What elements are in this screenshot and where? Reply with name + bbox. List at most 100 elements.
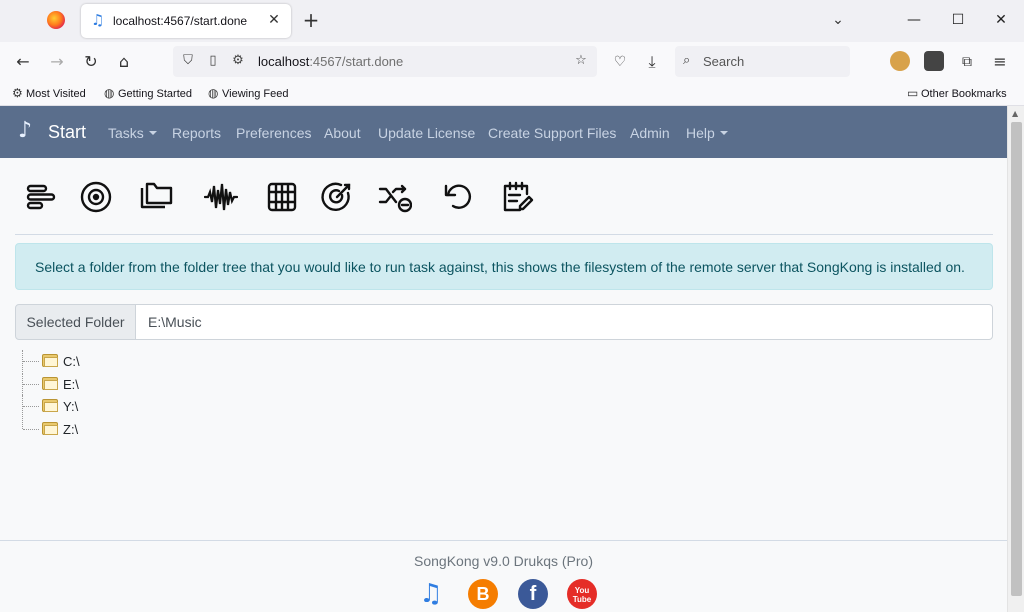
music-note-icon: ♫ xyxy=(91,11,105,29)
songkong-logo-icon[interactable]: ♪ xyxy=(18,119,42,143)
folder-tree: C:\ E:\ Y:\ Z:\ xyxy=(22,350,322,440)
url-path: :4567/start.done xyxy=(309,54,404,69)
bookmark-most-visited[interactable]: ⚙ Most Visited xyxy=(12,86,86,100)
undo-icon[interactable] xyxy=(442,180,476,214)
bullseye-icon[interactable] xyxy=(320,180,354,214)
tree-node[interactable]: E:\ xyxy=(22,372,322,396)
folders-icon[interactable] xyxy=(139,180,173,214)
footer-version: SongKong v9.0 Drukqs (Pro) xyxy=(414,553,593,569)
search-icon: ⌕ xyxy=(683,53,691,68)
menu-reports[interactable]: Reports xyxy=(172,125,221,141)
folder-icon xyxy=(42,421,58,435)
info-alert: Select a folder from the folder tree tha… xyxy=(15,243,993,290)
window-close-icon[interactable]: ✕ xyxy=(991,10,1011,30)
forward-icon[interactable]: → xyxy=(46,51,68,73)
caret-down-icon xyxy=(148,131,157,135)
menu-label: Help xyxy=(686,125,715,141)
menu-admin[interactable]: Admin xyxy=(630,125,670,141)
download-icon[interactable]: ⤓ xyxy=(641,51,663,73)
back-icon[interactable]: ← xyxy=(12,51,34,73)
bookmark-label: Most Visited xyxy=(26,88,86,100)
close-tab-icon[interactable]: ✕ xyxy=(265,11,283,29)
menu-icon[interactable]: ≡ xyxy=(989,51,1011,73)
permissions-icon[interactable]: ⚙ xyxy=(230,53,246,69)
search-input[interactable]: Search xyxy=(703,54,744,69)
selected-folder-label: Selected Folder xyxy=(15,304,136,340)
bookmark-viewing-feed[interactable]: ◍ Viewing Feed xyxy=(208,86,288,100)
scrollbar-thumb[interactable] xyxy=(1011,122,1022,596)
bookmark-label: Other Bookmarks xyxy=(921,88,1007,100)
footer-divider xyxy=(0,540,1007,541)
waveform-icon[interactable] xyxy=(203,180,239,214)
bookmark-label: Viewing Feed xyxy=(222,88,289,100)
status-icon[interactable] xyxy=(24,180,58,214)
tree-connector xyxy=(22,395,42,417)
tree-connector xyxy=(22,417,42,430)
folder-icon xyxy=(42,354,58,367)
menu-help[interactable]: Help xyxy=(686,125,728,141)
menu-update-license[interactable]: Update License xyxy=(378,125,475,141)
chevron-down-icon[interactable]: ⌄ xyxy=(828,10,848,30)
url-bar[interactable]: ⛉ ▯ ⚙ localhost:4567/start.done ☆ xyxy=(173,46,597,77)
tree-label[interactable]: C:\ xyxy=(63,354,80,369)
scroll-up-icon[interactable]: ▲ xyxy=(1012,109,1018,118)
url-text[interactable]: localhost:4567/start.done xyxy=(258,54,403,69)
notes-icon[interactable] xyxy=(500,180,534,214)
extension-monkey-icon[interactable] xyxy=(890,51,910,71)
tab-title: localhost:4567/start.done xyxy=(113,14,248,28)
browser-navbar: ← → ↻ ⌂ ⛉ ▯ ⚙ localhost:4567/start.done … xyxy=(0,42,1024,82)
folder-icon xyxy=(42,376,58,390)
selected-folder-field[interactable]: E:\Music xyxy=(135,304,993,340)
bookmark-getting-started[interactable]: ◍ Getting Started xyxy=(104,86,192,100)
tree-label[interactable]: E:\ xyxy=(63,377,79,392)
menu-label: Tasks xyxy=(108,125,144,141)
folder-icon: ▭ xyxy=(907,86,919,100)
menu-about[interactable]: About xyxy=(324,125,361,141)
grid-icon[interactable] xyxy=(265,180,299,214)
menu-create-support-files[interactable]: Create Support Files xyxy=(488,125,616,141)
app-navbar: ♪ Start Tasks Reports Preferences About … xyxy=(0,106,1007,158)
songkong-link-icon[interactable]: ♫ xyxy=(416,579,446,609)
gear-icon: ⚙ xyxy=(12,86,23,100)
shield-icon[interactable]: ⛉ xyxy=(180,53,196,69)
toolbar-divider xyxy=(15,234,993,235)
browser-tab[interactable]: ♫ localhost:4567/start.done ✕ xyxy=(81,4,291,38)
target-icon[interactable] xyxy=(79,180,113,214)
blogger-icon[interactable]: B xyxy=(468,579,498,609)
brand-link[interactable]: Start xyxy=(48,122,86,143)
shuffle-icon[interactable] xyxy=(378,180,413,214)
caret-down-icon xyxy=(719,131,728,135)
youtube-icon[interactable]: You Tube xyxy=(567,579,597,609)
selected-folder-group: Selected Folder E:\Music xyxy=(15,304,993,340)
home-icon[interactable]: ⌂ xyxy=(113,51,135,73)
bookmarks-bar: ⚙ Most Visited ◍ Getting Started ◍ Viewing … xyxy=(0,82,1024,106)
facebook-icon[interactable]: f xyxy=(518,579,548,609)
maximize-icon[interactable]: ☐ xyxy=(948,10,968,30)
menu-preferences[interactable]: Preferences xyxy=(236,125,311,141)
folder-icon xyxy=(42,399,58,412)
tree-node[interactable]: C:\ xyxy=(22,350,322,373)
selenium-extension-icon[interactable] xyxy=(924,51,944,71)
url-host: localhost xyxy=(258,54,310,69)
page-content: ♪ Start Tasks Reports Preferences About … xyxy=(0,106,1007,612)
bookmark-star-icon[interactable]: ☆ xyxy=(573,53,589,69)
minimize-icon[interactable]: — xyxy=(904,10,924,30)
extensions-icon[interactable]: ⧉ xyxy=(956,51,978,73)
globe-icon: ◍ xyxy=(208,86,219,100)
page-scrollbar[interactable]: ▲ xyxy=(1007,106,1024,612)
tree-label[interactable]: Z:\ xyxy=(63,422,78,437)
bookmark-other[interactable]: ▭ Other Bookmarks xyxy=(907,86,1007,100)
menu-tasks[interactable]: Tasks xyxy=(108,125,157,141)
tree-node[interactable]: Y:\ xyxy=(22,395,322,418)
reload-icon[interactable]: ↻ xyxy=(80,51,102,73)
firefox-icon[interactable] xyxy=(47,11,65,29)
tree-connector xyxy=(22,372,42,395)
new-tab-icon[interactable]: + xyxy=(301,10,321,30)
pocket-icon[interactable]: ♡ xyxy=(609,51,631,73)
tab-strip: ♫ localhost:4567/start.done ✕ + ⌄ — ☐ ✕ xyxy=(0,0,1024,42)
page-icon[interactable]: ▯ xyxy=(205,53,221,69)
tree-connector xyxy=(22,350,42,372)
tree-label[interactable]: Y:\ xyxy=(63,399,78,414)
search-bar[interactable]: ⌕ Search xyxy=(675,46,850,77)
tree-node[interactable]: Z:\ xyxy=(22,417,322,441)
